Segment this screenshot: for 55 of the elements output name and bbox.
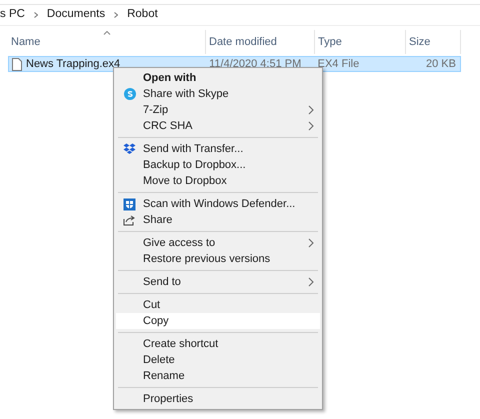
menu-item-label: Cut [143, 298, 160, 313]
menu-item-label: Give access to [143, 236, 216, 251]
menu-item-label: Scan with Windows Defender... [143, 196, 296, 212]
column-header[interactable]: Type [315, 30, 406, 54]
column-header[interactable]: Size [406, 30, 461, 54]
menu-item-label: Copy [143, 314, 169, 329]
breadcrumb-item[interactable]: Documents [46, 6, 106, 24]
breadcrumb-item[interactable]: Robot [127, 6, 158, 24]
menu-item[interactable]: Properties [116, 391, 320, 407]
menu-item-label: Send to [143, 274, 181, 290]
file-icon [12, 58, 22, 70]
menu-item-label: Rename [143, 368, 185, 384]
menu-item[interactable]: Share [116, 212, 320, 228]
menu-item-label: CRC SHA [143, 118, 193, 134]
menu-item[interactable]: Delete [116, 352, 320, 368]
menu-item-label: Delete [143, 352, 175, 368]
breadcrumb-item[interactable]: s PC [0, 6, 25, 24]
menu-item[interactable]: Backup to Dropbox... [116, 157, 320, 173]
date-cell-text: 11/4/2020 4:51 PM [208, 56, 302, 72]
menu-item-label: Share with Skype [143, 86, 229, 102]
menu-item-label: Send with Transfer... [143, 142, 244, 157]
dropbox-icon [123, 143, 136, 155]
type-cell-text: EX4 File [316, 56, 360, 72]
menu-item[interactable]: Cut [116, 297, 320, 313]
skype-icon [124, 88, 136, 100]
menu-item[interactable]: Copy [116, 313, 320, 329]
menu-item-label: Share [143, 212, 172, 228]
menu-item[interactable]: Give access to [116, 235, 320, 251]
menu-item-label: 7-Zip [143, 102, 168, 118]
menu-item-label: Properties [143, 392, 194, 407]
menu-item-label: Create shortcut [143, 336, 218, 352]
menu-item[interactable]: Create shortcut [116, 336, 320, 352]
shield-icon [123, 198, 136, 210]
breadcrumb-separator-icon [114, 12, 118, 18]
menu-item-label: Restore previous versions [143, 252, 270, 267]
menu-item[interactable]: Restore previous versions [116, 251, 320, 267]
sort-caret-icon [103, 31, 110, 35]
menu-item[interactable]: CRC SHA [116, 118, 320, 134]
file-name: News Trapping.ex4 [26, 56, 120, 72]
column-header[interactable]: Date modified [206, 30, 315, 54]
menu-item[interactable]: 7-Zip [116, 102, 320, 118]
share-icon [123, 214, 136, 226]
menu-item[interactable]: Send to [116, 274, 320, 290]
column-header[interactable]: Name [8, 30, 206, 54]
menu-item[interactable]: Open with [116, 70, 320, 86]
menu-item[interactable]: Rename [116, 368, 320, 384]
size-cell-text: 20 KB [425, 56, 457, 72]
menu-item[interactable]: Share with Skype [116, 86, 320, 102]
menu-item[interactable]: Move to Dropbox [116, 173, 320, 189]
menu-item[interactable]: Scan with Windows Defender... [116, 196, 320, 212]
breadcrumb-separator-icon [34, 12, 38, 18]
menu-item[interactable]: Send with Transfer... [116, 141, 320, 157]
menu-item-label: Open with [143, 70, 196, 86]
menu-item-label: Backup to Dropbox... [143, 158, 246, 173]
menu-item-label: Move to Dropbox [143, 174, 227, 189]
